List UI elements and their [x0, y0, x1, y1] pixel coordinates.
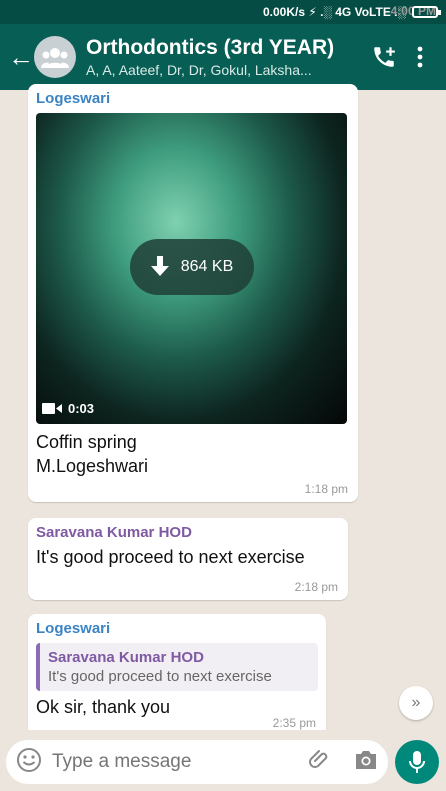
message-sender: Logeswari: [36, 620, 111, 637]
scroll-down-button[interactable]: »: [399, 686, 433, 720]
message-input[interactable]: [52, 751, 272, 773]
back-arrow-icon[interactable]: ←: [8, 42, 34, 73]
chat-title-block[interactable]: Orthodontics (3rd YEAR) A, A, Aateef, Dr…: [86, 36, 366, 78]
video-camera-icon: [42, 403, 62, 414]
message-time: 1:18 pm: [304, 482, 348, 496]
add-call-icon[interactable]: [366, 39, 402, 75]
mic-icon: [409, 751, 425, 773]
message-compose: [6, 740, 388, 784]
chat-header: ← Orthodontics (3rd YEAR) A, A, Aateef, …: [0, 24, 446, 90]
video-thumbnail[interactable]: 864 KB 0:03: [36, 113, 347, 424]
message-time: 2:18 pm: [294, 580, 338, 594]
message-bubble-video[interactable]: Logeswari 864 KB 0:03 Coffin spring M.Lo…: [28, 84, 358, 502]
message-sender: Saravana Kumar HOD: [36, 524, 192, 541]
download-size: 864 KB: [180, 258, 234, 275]
quoted-text: It's good proceed to next exercise: [48, 668, 272, 685]
quoted-message[interactable]: Saravana Kumar HOD It's good proceed to …: [36, 643, 318, 691]
video-caption-line2: M.Logeshwari: [36, 456, 149, 476]
message-bubble-reply[interactable]: Logeswari Saravana Kumar HOD It's good p…: [28, 614, 326, 736]
video-duration: 0:03: [68, 401, 95, 416]
download-icon: [150, 256, 169, 276]
camera-icon[interactable]: [354, 749, 378, 776]
group-icon: [41, 48, 69, 68]
video-caption-line1: Coffin spring: [36, 432, 137, 452]
attach-icon[interactable]: [308, 748, 332, 777]
chat-area[interactable]: Logeswari 864 KB 0:03 Coffin spring M.Lo…: [0, 84, 446, 736]
chevron-double-down-icon: »: [411, 694, 421, 711]
status-indicators: 0.00K/s ⚡ .░ 4G VoLTE .░: [262, 5, 441, 19]
status-bar: 4:00 PM 0.00K/s ⚡ .░ 4G VoLTE .░: [0, 0, 446, 24]
quoted-sender: Saravana Kumar HOD: [48, 649, 204, 666]
message-bubble-text[interactable]: Saravana Kumar HOD It's good proceed to …: [28, 518, 348, 600]
battery-icon: [412, 6, 441, 18]
message-time: 2:35 pm: [272, 716, 316, 730]
status-network-text: 0.00K/s ⚡ .░ 4G VoLTE .░: [262, 5, 406, 19]
emoji-icon[interactable]: [16, 747, 42, 778]
chat-participants: A, A, Aateef, Dr, Dr, Gokul, Laksha...: [86, 62, 312, 78]
chat-title: Orthodontics (3rd YEAR): [86, 36, 335, 59]
video-duration-block: 0:03: [42, 401, 94, 416]
message-text: It's good proceed to next exercise: [36, 547, 305, 567]
mic-button[interactable]: [395, 740, 439, 784]
download-button[interactable]: 864 KB: [130, 239, 254, 295]
group-avatar[interactable]: [34, 36, 76, 78]
more-options-icon[interactable]: [402, 39, 438, 75]
input-bar: [0, 730, 446, 791]
message-sender: Logeswari: [36, 90, 111, 107]
